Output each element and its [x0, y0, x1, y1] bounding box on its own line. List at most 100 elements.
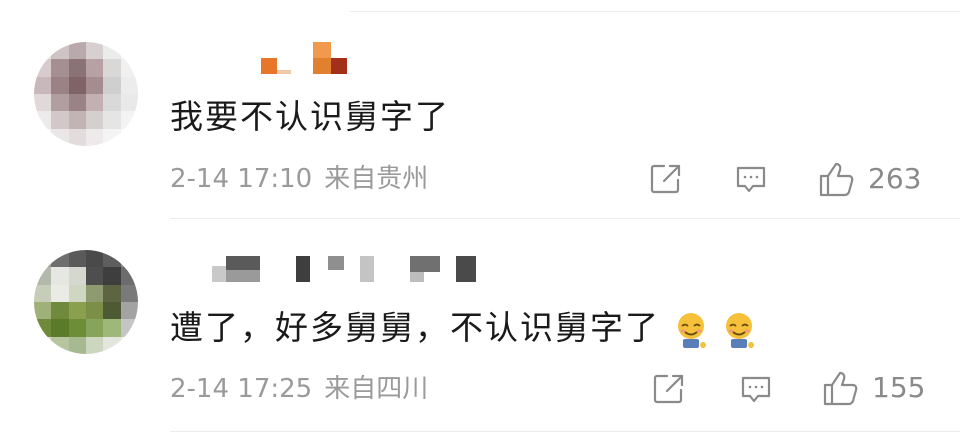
avatar-pixel — [120, 336, 138, 354]
avatar[interactable] — [34, 42, 138, 146]
avatar-pixel — [86, 128, 104, 146]
redaction-block — [313, 58, 331, 74]
avatar-pixel — [103, 111, 121, 129]
avatar-pixel — [34, 250, 52, 268]
thumbs-up-icon — [819, 162, 854, 197]
avatar-pixel — [120, 128, 138, 146]
avatar-pixel — [103, 76, 121, 94]
avatar-pixel — [68, 128, 86, 146]
redaction-block — [331, 58, 347, 74]
smile-emoji — [722, 310, 756, 350]
redaction-block — [296, 256, 310, 282]
like-count: 263 — [868, 162, 922, 195]
comment-icon — [741, 376, 771, 403]
avatar-pixel — [51, 59, 69, 77]
avatar-pixel — [120, 284, 138, 302]
avatar-pixel — [51, 128, 69, 146]
redaction-block — [277, 70, 291, 74]
avatar-pixel — [68, 42, 86, 60]
avatar-pixel — [34, 284, 52, 302]
avatar-pixel — [86, 250, 104, 268]
redaction-block — [410, 272, 424, 282]
avatar-pixel — [68, 76, 86, 94]
avatar-pixel — [68, 94, 86, 112]
redaction-block — [261, 58, 277, 74]
avatar-pixel — [51, 94, 69, 112]
avatar-pixel — [51, 76, 69, 94]
avatar-pixel — [120, 319, 138, 337]
avatar-pixel — [103, 250, 121, 268]
avatar-pixel — [86, 267, 104, 285]
avatar-pixel — [68, 319, 86, 337]
redaction-block — [212, 266, 226, 282]
avatar-pixel — [68, 250, 86, 268]
avatar-pixel — [103, 302, 121, 320]
avatar-pixel — [120, 94, 138, 112]
bottom-divider — [170, 431, 960, 432]
avatar-pixel — [86, 94, 104, 112]
avatar-pixel — [103, 336, 121, 354]
avatar-pixel — [103, 284, 121, 302]
avatar-pixel — [86, 336, 104, 354]
share-button[interactable] — [648, 161, 684, 197]
avatar-pixel — [86, 319, 104, 337]
avatar-pixel — [68, 302, 86, 320]
comment-divider — [170, 218, 960, 219]
comment-location: 来自四川 — [324, 374, 429, 404]
avatar-pixel — [68, 336, 86, 354]
username-redacted[interactable] — [200, 252, 500, 286]
avatar-pixel — [51, 336, 69, 354]
avatar[interactable] — [34, 250, 138, 354]
avatar-pixel — [68, 284, 86, 302]
avatar-pixel — [103, 42, 121, 60]
avatar-pixel — [86, 302, 104, 320]
avatar-pixel — [120, 111, 138, 129]
comment-text-content: 遭了，好多舅舅，不认识舅字了 — [170, 308, 660, 347]
avatar-pixel — [120, 42, 138, 60]
like-button[interactable]: 155 — [822, 369, 925, 407]
avatar-pixel — [86, 76, 104, 94]
avatar-pixel — [120, 267, 138, 285]
share-icon — [653, 374, 684, 404]
avatar-pixel — [68, 267, 86, 285]
redaction-block — [456, 256, 476, 282]
avatar-pixel — [103, 59, 121, 77]
avatar-pixel — [86, 111, 104, 129]
avatar-pixel — [103, 267, 121, 285]
redaction-block — [410, 256, 440, 272]
avatar-pixel — [103, 128, 121, 146]
comment-meta: 2-14 17:10 来自贵州 — [170, 162, 428, 196]
avatar-pixel — [51, 42, 69, 60]
thumbs-up-icon — [823, 371, 858, 406]
avatar-pixel — [34, 336, 52, 354]
avatar-pixel — [120, 302, 138, 320]
like-count: 155 — [872, 371, 926, 404]
avatar-pixel — [68, 111, 86, 129]
comment-text: 遭了，好多舅舅，不认识舅字了 — [170, 308, 756, 350]
comment-location: 来自贵州 — [324, 164, 429, 194]
avatar-pixel — [51, 267, 69, 285]
avatar-pixel — [86, 42, 104, 60]
avatar-pixel — [120, 76, 138, 94]
avatar-pixel — [86, 59, 104, 77]
avatar-pixel — [51, 302, 69, 320]
avatar-pixel — [34, 94, 52, 112]
reply-button[interactable] — [738, 371, 774, 407]
avatar-pixel — [103, 319, 121, 337]
avatar-pixel — [34, 302, 52, 320]
reply-button[interactable] — [733, 161, 769, 197]
share-icon — [650, 164, 681, 194]
share-button[interactable] — [651, 371, 687, 407]
comment-time: 2-14 17:10 — [170, 164, 313, 194]
comment-text: 我要不认识舅字了 — [170, 97, 450, 136]
avatar-pixel — [51, 284, 69, 302]
avatar-pixel — [120, 250, 138, 268]
comment-icon — [736, 166, 766, 193]
username-redacted[interactable] — [255, 40, 355, 74]
comment-time: 2-14 17:25 — [170, 374, 313, 404]
like-button[interactable]: 263 — [818, 160, 921, 198]
comment-meta: 2-14 17:25 来自四川 — [170, 372, 428, 406]
avatar-pixel — [86, 284, 104, 302]
avatar-pixel — [68, 59, 86, 77]
avatar-pixel — [51, 250, 69, 268]
